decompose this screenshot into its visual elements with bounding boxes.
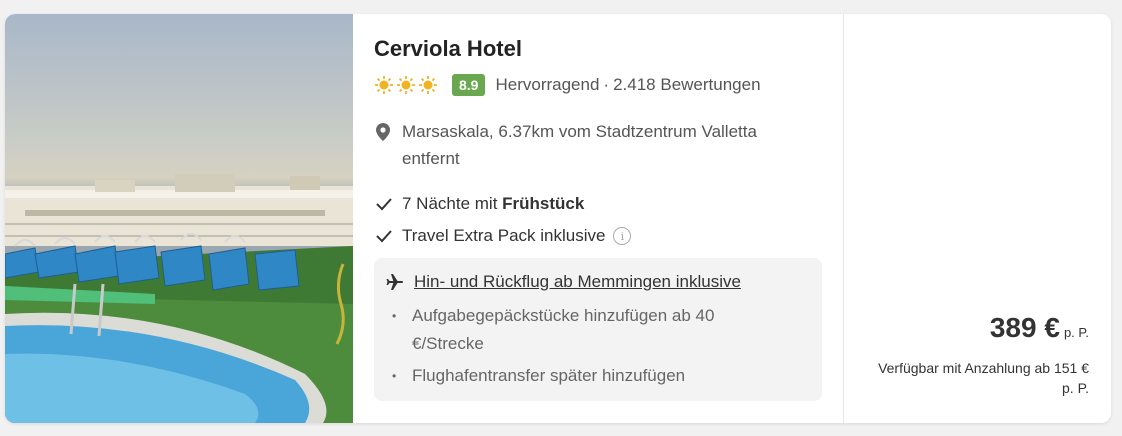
sun-icon <box>419 76 437 94</box>
hotel-offer-card[interactable]: Cerviola Hotel 8.9 Hervorragend · 2.418 Be… <box>5 14 1111 423</box>
rating-row: 8.9 Hervorragend · 2.418 Bewertungen <box>374 74 761 96</box>
checkmark-icon <box>376 198 392 211</box>
airplane-icon <box>386 274 403 290</box>
info-icon[interactable]: i <box>613 227 632 245</box>
list-item: • Flughafentransfer später hinzufügen <box>392 362 685 390</box>
flight-link[interactable]: Hin- und Rückflug ab Memmingen inklusive <box>414 272 741 292</box>
sun-icon <box>375 76 393 94</box>
feature-travel-extra-pack: Travel Extra Pack inklusive i <box>376 226 632 246</box>
rating-label: Hervorragend <box>495 75 600 94</box>
bullet-glyph: • <box>392 309 397 323</box>
sun-rating <box>374 75 440 95</box>
board-type: Frühstück <box>502 194 585 213</box>
review-score-badge: 8.9 <box>452 74 486 96</box>
flight-info-box: Hin- und Rückflug ab Memmingen inklusive… <box>374 258 822 401</box>
deposit-info: Verfügbar mit Anzahlung ab 151 € p. P. <box>878 360 1089 396</box>
price-column: 389 € p. P. Verfügbar mit Anzahlung ab 1… <box>843 14 1111 423</box>
price-unit: p. P. <box>1063 325 1089 340</box>
hotel-photo-illustration <box>5 174 353 423</box>
map-pin-icon <box>376 123 390 141</box>
hotel-name[interactable]: Cerviola Hotel <box>374 36 522 62</box>
review-count: 2.418 Bewertungen <box>613 75 761 94</box>
feature-nights-breakfast: 7 Nächte mit Frühstück <box>376 194 584 214</box>
price: 389 € p. P. <box>990 312 1089 344</box>
price-amount: 389 € <box>989 312 1060 343</box>
transfer-note: Flughafentransfer später hinzufügen <box>412 366 686 385</box>
feature-text: 7 Nächte mit Frühstück <box>402 194 585 213</box>
hotel-details: Cerviola Hotel 8.9 Hervorragend · 2.418 Be… <box>353 14 843 423</box>
sun-icon <box>397 76 415 94</box>
rating-separator: · <box>603 75 610 94</box>
baggage-note: Aufgabegepäckstücke hinzufügen ab 40 €/S… <box>412 306 715 353</box>
checkmark-icon <box>376 230 392 243</box>
bullet-glyph: • <box>392 369 397 383</box>
list-item: • Aufgabegepäckstücke hinzufügen ab 40 €… <box>392 302 732 358</box>
feature-text: Travel Extra Pack inklusive <box>402 226 606 245</box>
hotel-location: Marsaskala, 6.37km vom Stadtzentrum Vall… <box>376 118 816 172</box>
location-text: Marsaskala, 6.37km vom Stadtzentrum Vall… <box>402 122 757 168</box>
flight-headline: Hin- und Rückflug ab Memmingen inklusive <box>386 272 741 292</box>
hotel-photo[interactable] <box>5 14 353 423</box>
rating-summary[interactable]: Hervorragend · 2.418 Bewertungen <box>495 75 760 95</box>
